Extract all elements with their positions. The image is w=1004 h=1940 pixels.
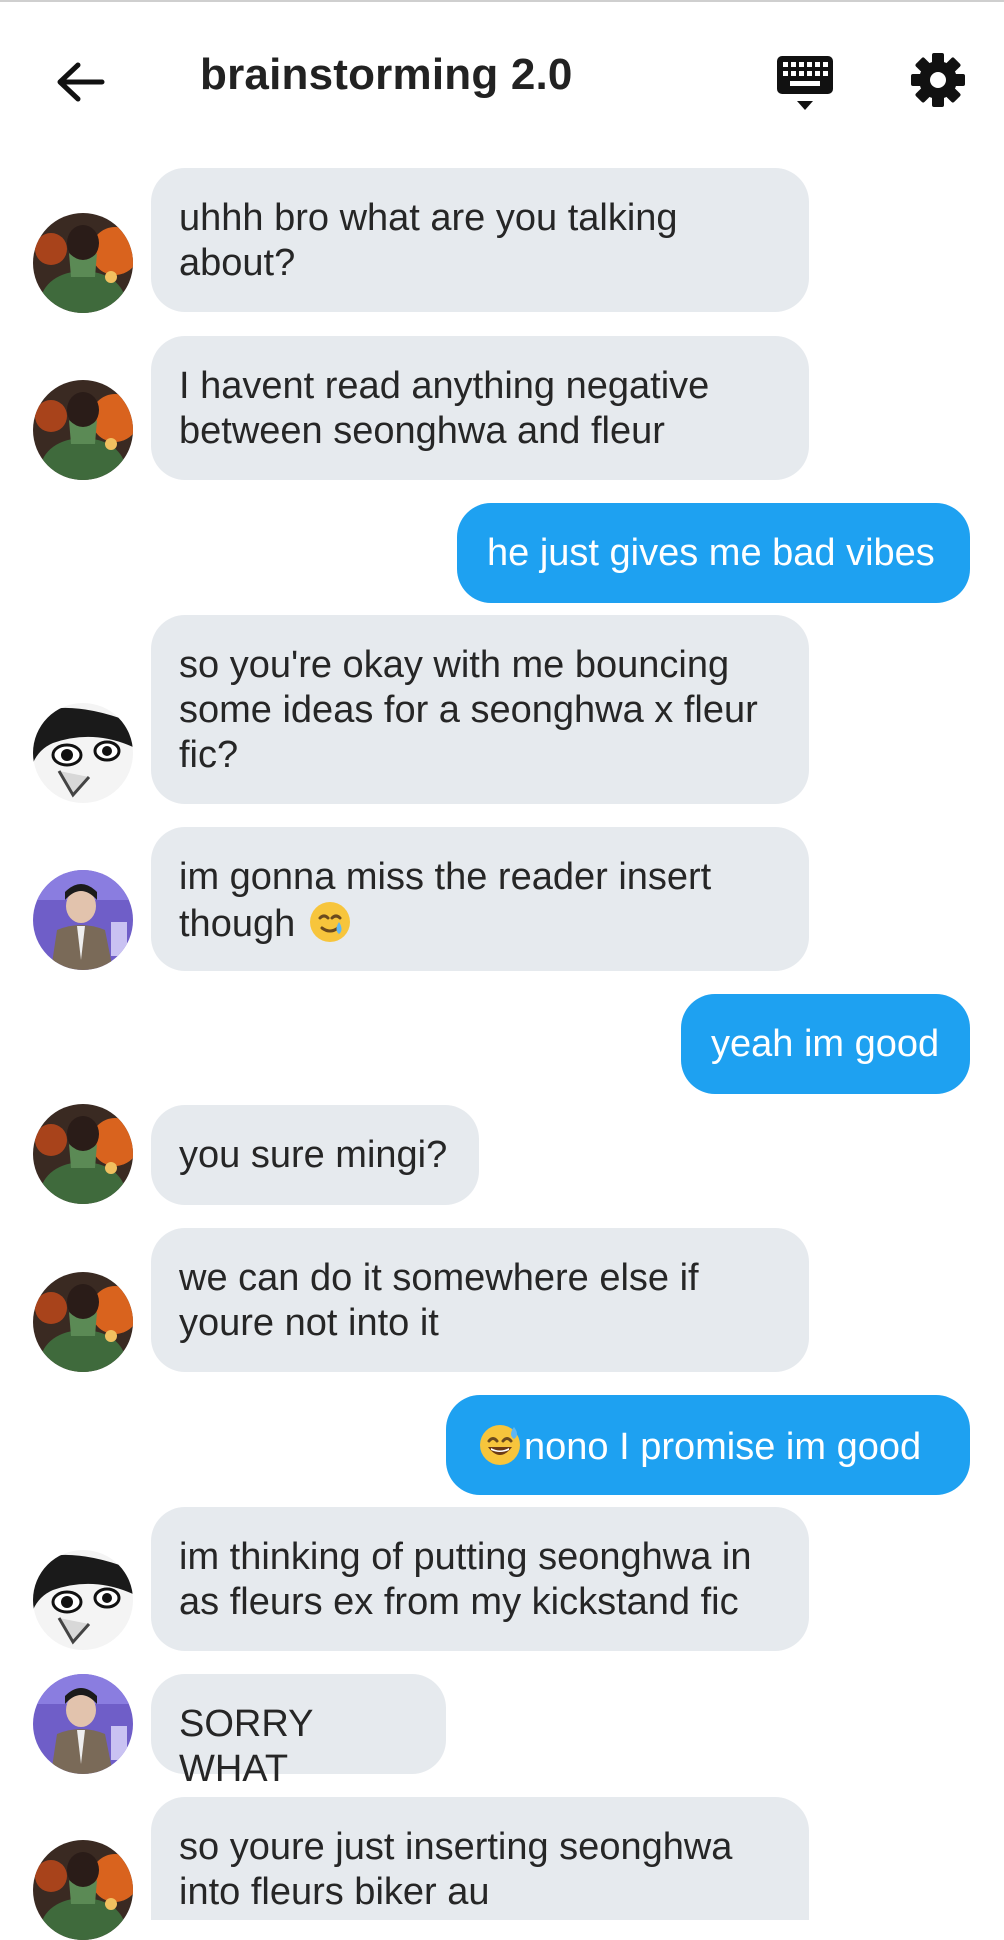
message-bubble-incoming[interactable]: we can do it somewhere else if youre not… <box>151 1228 809 1372</box>
chat-header: brainstorming 2.0 <box>0 2 1004 152</box>
avatar[interactable] <box>33 380 133 480</box>
message-bubble-outgoing[interactable]: he just gives me bad vibes <box>457 503 970 603</box>
message-bubble-incoming[interactable]: you sure mingi? <box>151 1105 479 1205</box>
message-line: so youre just inserting seonghwa <box>179 1826 733 1868</box>
green-avatar-icon <box>33 1104 133 1204</box>
gear-icon <box>911 53 965 107</box>
avatar[interactable] <box>33 703 133 803</box>
manga-avatar-icon <box>33 1550 133 1650</box>
message-bubble-incoming[interactable]: SORRY WHAT <box>151 1674 446 1790</box>
back-button[interactable] <box>40 42 120 122</box>
purple-avatar-icon <box>33 1674 133 1774</box>
message-line: im thinking of putting seonghwa in <box>179 1536 752 1578</box>
grinning-sweat-emoji <box>478 1423 522 1478</box>
message-line: between seonghwa and fleur <box>179 410 665 452</box>
smiling-face-with-tear-emoji <box>308 900 352 955</box>
message-bubble-incoming[interactable]: im thinking of putting seonghwa in as fl… <box>151 1507 809 1651</box>
message-line: im gonna miss the reader insert <box>179 856 712 898</box>
message-line: you sure mingi? <box>179 1134 448 1176</box>
message-line: SORRY WHAT <box>179 1703 313 1790</box>
avatar[interactable] <box>33 1840 133 1940</box>
message-bubble-incoming[interactable]: im gonna miss the reader insert though <box>151 827 809 971</box>
message-line: about? <box>179 242 296 284</box>
avatar[interactable] <box>33 870 133 970</box>
chat-title: brainstorming 2.0 <box>200 50 573 99</box>
message-line: uhhh bro what are you talking <box>179 197 678 239</box>
avatar[interactable] <box>33 1550 133 1650</box>
manga-avatar-icon <box>33 703 133 803</box>
message-line: as fleurs ex from my kickstand fic <box>179 1581 739 1623</box>
keyboard-button[interactable] <box>765 44 845 124</box>
message-line: yeah im good <box>711 1023 940 1065</box>
message-bubble-incoming[interactable]: uhhh bro what are you talking about? <box>151 168 809 312</box>
message-line: he just gives me bad vibes <box>487 532 935 574</box>
arrow-left-icon <box>57 62 105 102</box>
avatar[interactable] <box>33 1272 133 1372</box>
message-line-with-emoji: though <box>179 900 781 955</box>
avatar[interactable] <box>33 1674 133 1774</box>
purple-avatar-icon <box>33 870 133 970</box>
message-line: into fleurs biker au <box>179 1871 490 1913</box>
settings-button[interactable] <box>898 40 978 120</box>
green-avatar-icon <box>33 213 133 313</box>
message-bubble-outgoing[interactable]: nono I promise im good <box>446 1395 970 1495</box>
avatar[interactable] <box>33 1104 133 1204</box>
keyboard-icon <box>777 56 833 110</box>
avatar[interactable] <box>33 213 133 313</box>
message-line: fic? <box>179 734 239 776</box>
message-bubble-incoming[interactable]: so youre just inserting seonghwa into fl… <box>151 1797 809 1920</box>
message-bubble-incoming[interactable]: I havent read anything negative between … <box>151 336 809 480</box>
green-avatar-icon <box>33 1272 133 1372</box>
message-bubble-outgoing[interactable]: yeah im good <box>681 994 970 1094</box>
message-line: we can do it somewhere else if <box>179 1257 699 1299</box>
green-avatar-icon <box>33 1840 133 1940</box>
message-line-with-emoji: nono I promise im good <box>476 1423 940 1478</box>
message-line: youre not into it <box>179 1302 439 1344</box>
message-line: some ideas for a seonghwa x fleur <box>179 689 758 731</box>
message-line: so you're okay with me bouncing <box>179 644 730 686</box>
message-line: I havent read anything negative <box>179 365 710 407</box>
message-bubble-incoming[interactable]: so you're okay with me bouncing some ide… <box>151 615 809 804</box>
green-avatar-icon <box>33 380 133 480</box>
